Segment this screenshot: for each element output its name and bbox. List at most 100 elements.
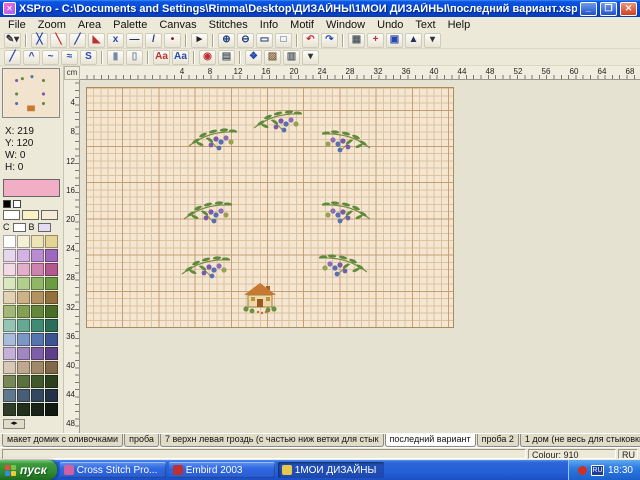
motif-library-icon[interactable]: ❖: [245, 50, 262, 65]
palette-swatch[interactable]: [17, 333, 30, 346]
menu-info[interactable]: Info: [254, 18, 284, 32]
taskbar-task-button[interactable]: 1МОИ ДИЗАЙНЫ: [278, 462, 384, 478]
olive-branch-motif[interactable]: [179, 250, 233, 282]
palette-swatch[interactable]: [31, 361, 44, 374]
palette-swatch[interactable]: [31, 389, 44, 402]
chart-icon[interactable]: ▥: [283, 50, 300, 65]
zoom-out-tool[interactable]: ⊖: [237, 33, 254, 48]
backstitch-tool[interactable]: —: [126, 33, 143, 48]
curve-tool[interactable]: ~: [42, 50, 59, 65]
palette-swatch[interactable]: [45, 389, 58, 402]
palette-swatch[interactable]: [3, 319, 16, 332]
menu-stitches[interactable]: Stitches: [203, 18, 254, 32]
palette-swatch[interactable]: [3, 263, 16, 276]
palette-swatch[interactable]: [31, 305, 44, 318]
palette-swatch[interactable]: [17, 277, 30, 290]
b-color-swatch[interactable]: [38, 223, 51, 232]
palette-swatch[interactable]: [17, 305, 30, 318]
wave-tool[interactable]: ≈: [61, 50, 78, 65]
quick-swatch[interactable]: [41, 210, 58, 220]
palette-swatch[interactable]: [17, 375, 30, 388]
redo-icon[interactable]: ↷: [321, 33, 338, 48]
palette-scroll-buttons[interactable]: ◂▸: [3, 419, 25, 429]
zoom-in-tool[interactable]: ⊕: [218, 33, 235, 48]
palette-swatch[interactable]: [3, 291, 16, 304]
current-color-swatch[interactable]: [3, 179, 60, 197]
palette-swatch[interactable]: [3, 375, 16, 388]
menu-palette[interactable]: Palette: [107, 18, 153, 32]
menu-help[interactable]: Help: [442, 18, 477, 32]
palette-swatch[interactable]: [31, 375, 44, 388]
grid-toggle-icon[interactable]: ▦: [348, 33, 365, 48]
close-button[interactable]: ✕: [620, 2, 637, 16]
pencil-tool[interactable]: ✎▾: [4, 33, 21, 48]
palette-swatch[interactable]: [31, 333, 44, 346]
minimize-button[interactable]: _: [580, 2, 597, 16]
palette-swatch[interactable]: [45, 235, 58, 248]
fabric-icon[interactable]: ▨: [264, 50, 281, 65]
design-tab[interactable]: 1 дом (не весь для стыковки): [520, 434, 640, 447]
text-cyrillic-tool[interactable]: Аа: [172, 50, 189, 65]
quick-swatch[interactable]: [3, 210, 20, 220]
long-stitch-tool[interactable]: /: [145, 33, 162, 48]
tray-red-icon[interactable]: [578, 466, 587, 475]
design-tab[interactable]: последний вариант: [385, 434, 476, 447]
quick-swatch[interactable]: [22, 210, 39, 220]
palette-swatch[interactable]: [3, 235, 16, 248]
palette-swatch[interactable]: [31, 263, 44, 276]
palette-swatch[interactable]: [17, 347, 30, 360]
undo-icon[interactable]: ↶: [302, 33, 319, 48]
palette-swatch[interactable]: [31, 235, 44, 248]
palette-swatch[interactable]: [31, 277, 44, 290]
half-stitch-tool[interactable]: ╲: [50, 33, 67, 48]
palette-swatch[interactable]: [3, 305, 16, 318]
palette-swatch[interactable]: [45, 375, 58, 388]
palette-icon[interactable]: ▤: [218, 50, 235, 65]
toolbar-more-icon[interactable]: ▾: [424, 33, 441, 48]
palette-swatch[interactable]: [45, 305, 58, 318]
toolbar2-more-icon[interactable]: ▾: [302, 50, 319, 65]
zoom-all-tool[interactable]: □: [275, 33, 292, 48]
c-color-swatch[interactable]: [13, 223, 26, 232]
palette-swatch[interactable]: [17, 361, 30, 374]
palette-swatch[interactable]: [3, 403, 16, 416]
olive-branch-motif[interactable]: [316, 248, 370, 280]
polyline-tool[interactable]: ^: [23, 50, 40, 65]
menu-text[interactable]: Text: [409, 18, 441, 32]
palette-swatch[interactable]: [45, 319, 58, 332]
select-arrow-tool[interactable]: ►: [191, 33, 208, 48]
design-tab[interactable]: проба: [124, 434, 159, 447]
palette-swatch[interactable]: [17, 403, 30, 416]
palette-swatch[interactable]: [31, 403, 44, 416]
taskbar-task-button[interactable]: Cross Stitch Pro...: [60, 462, 166, 478]
palette-swatch[interactable]: [3, 347, 16, 360]
palette-swatch[interactable]: [31, 249, 44, 262]
menu-file[interactable]: File: [2, 18, 32, 32]
olive-branch-motif[interactable]: [181, 195, 235, 227]
palette-swatch[interactable]: [45, 403, 58, 416]
palette-swatch[interactable]: [17, 235, 30, 248]
design-tab[interactable]: проба 2: [477, 434, 519, 447]
tray-language-icon[interactable]: RU: [591, 465, 604, 476]
mini-swatch[interactable]: [13, 200, 21, 208]
palette-swatch[interactable]: [31, 347, 44, 360]
color-wheel-icon[interactable]: ◉: [199, 50, 216, 65]
palette-swatch[interactable]: [31, 319, 44, 332]
design-tab[interactable]: макет домик с оливочками: [2, 434, 123, 447]
palette-swatch[interactable]: [45, 277, 58, 290]
olive-branch-motif[interactable]: [186, 122, 240, 154]
palette-swatch[interactable]: [45, 249, 58, 262]
taskbar-task-button[interactable]: Embird 2003: [169, 462, 275, 478]
palette-swatch[interactable]: [45, 263, 58, 276]
french-knot-tool[interactable]: •: [164, 33, 181, 48]
center-point-tool[interactable]: +: [367, 33, 384, 48]
house-motif[interactable]: [238, 281, 282, 315]
design-tab[interactable]: 7 верхн левая гроздь (с частью ниж ветки…: [160, 434, 384, 447]
palette-swatch[interactable]: [3, 333, 16, 346]
menu-area[interactable]: Area: [72, 18, 107, 32]
full-stitch-tool[interactable]: ╳: [31, 33, 48, 48]
stitch-grid[interactable]: [86, 87, 454, 328]
fill-tool[interactable]: ▮: [107, 50, 124, 65]
palette-swatch[interactable]: [17, 319, 30, 332]
menu-undo[interactable]: Undo: [371, 18, 409, 32]
